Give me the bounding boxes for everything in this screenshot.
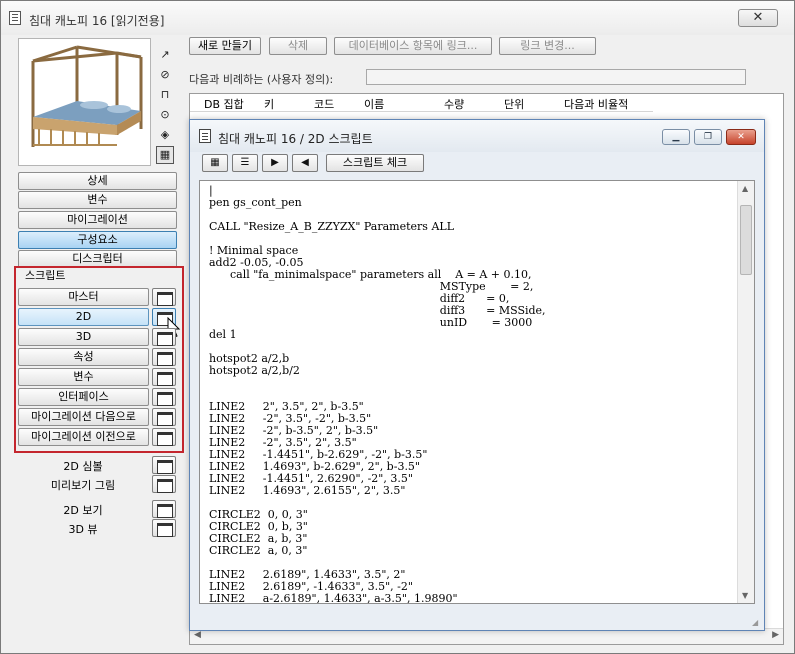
preview-picture-label: 미리보기 그림 [50,479,116,492]
view-2d-window-icon[interactable] [152,500,176,518]
scroll-down-icon[interactable]: ▼ [742,591,748,600]
window-titlebar[interactable]: 침대 캐노피 16 [읽기전용] ✕ [1,1,794,35]
scroll-up-icon[interactable]: ▲ [742,184,748,193]
plan-icon[interactable]: ⊓ [156,86,174,104]
close-icon: ✕ [752,10,764,25]
script-forward-migration-window-icon[interactable] [152,408,176,426]
play-indent-icon[interactable]: ▶ [262,154,288,172]
col-code[interactable]: 코드 [314,96,334,112]
proportional-label: 다음과 비례하는 (사용자 정의): [189,73,334,86]
script-properties-window-icon[interactable] [152,348,176,366]
view-3d-window-icon[interactable] [152,519,176,537]
canopy-bed-preview-image [31,45,143,147]
nav-details-button[interactable]: 상세 [18,172,177,190]
script-code-editor[interactable]: | pen gs_cont_pen CALL "Resize_A_B_ZZYZX… [199,180,755,604]
script-backward-migration-window-icon[interactable] [152,428,176,446]
script-master-button[interactable]: 마스터 [18,288,149,306]
preview-picture-window-icon[interactable] [152,475,176,493]
view-3d-label: 3D 뷰 [68,523,98,536]
editor-close-button[interactable]: ✕ [726,129,756,145]
scroll-left-icon[interactable]: ◀ [194,630,201,640]
outdent-icon[interactable]: ◀ [292,154,318,172]
picture-icon[interactable]: ▦ [156,146,174,164]
script-parameters-button[interactable]: 변수 [18,368,149,386]
script-backward-migration-button[interactable]: 마이그레이션 이전으로 [18,428,149,446]
resize-grip-icon[interactable]: ◢ [752,618,762,628]
proportional-field[interactable] [366,69,746,85]
col-proportional[interactable]: 다음과 비율적 [564,96,628,112]
arrow-icon[interactable]: ↗ [156,46,174,64]
view-2d-label: 2D 보기 [63,504,103,517]
col-db-set[interactable]: DB 집합 [204,96,244,112]
script-code[interactable]: | pen gs_cont_pen CALL "Resize_A_B_ZZYZX… [209,185,546,604]
link-db-item-button[interactable]: 데이터베이스 항목에 링크... [334,37,492,55]
wire-3d-icon[interactable]: ⊙ [156,106,174,124]
script-forward-migration-button[interactable]: 마이그레이션 다음으로 [18,408,149,426]
editor-titlebar[interactable]: 침대 캐노피 16 / 2D 스크립트 ▁ ❐ ✕ [190,120,764,152]
shaded-3d-icon[interactable]: ◈ [156,126,174,144]
document-icon [9,11,21,25]
symbol-2d-window-icon[interactable] [152,456,176,474]
script-editor-window: 침대 캐노피 16 / 2D 스크립트 ▁ ❐ ✕ ▦ ☰ ▶ ◀ 스크립트 체… [189,119,765,631]
scroll-right-icon[interactable]: ▶ [772,630,779,640]
change-link-button[interactable]: 링크 변경... [499,37,596,55]
symbol-2d-label: 2D 심볼 [63,460,103,473]
nav-components-button[interactable]: 구성요소 [18,231,177,249]
no-view-icon[interactable]: ⊘ [156,66,174,84]
delete-button[interactable]: 삭제 [269,37,327,55]
scroll-thumb[interactable] [740,205,752,275]
script-3d-button[interactable]: 3D [18,328,149,346]
list-header: DB 집합 키 코드 이름 수량 단위 다음과 비율적 [190,94,653,112]
list-icon[interactable]: ▦ [202,154,228,172]
vertical-scrollbar[interactable]: ▲ ▼ [737,181,754,603]
window-close-button[interactable]: ✕ [738,9,778,27]
script-interface-button[interactable]: 인터페이스 [18,388,149,406]
script-parameters-window-icon[interactable] [152,368,176,386]
col-unit[interactable]: 단위 [504,96,524,112]
library-part-window: 침대 캐노피 16 [읽기전용] ✕ ↗ ⊘ ⊓ ⊙ ◈ ▦ 상세 변수 마이그… [0,0,795,654]
object-preview [18,38,151,166]
new-button[interactable]: 새로 만들기 [189,37,261,55]
col-name[interactable]: 이름 [364,96,384,112]
scripts-label: 스크립트 [25,269,66,282]
script-properties-button[interactable]: 속성 [18,348,149,366]
col-quantity[interactable]: 수량 [444,96,464,112]
script-3d-window-icon[interactable] [152,328,176,346]
editor-title: 침대 캐노피 16 / 2D 스크립트 [218,132,373,146]
indent-icon[interactable]: ☰ [232,154,258,172]
nav-parameters-button[interactable]: 변수 [18,191,177,209]
restore-button[interactable]: ❐ [694,129,722,145]
script-master-window-icon[interactable] [152,288,176,306]
script-document-icon [199,129,211,143]
nav-migration-button[interactable]: 마이그레이션 [18,211,177,229]
col-key[interactable]: 키 [264,96,274,112]
check-script-button[interactable]: 스크립트 체크 [326,154,424,172]
minimize-button[interactable]: ▁ [662,129,690,145]
script-2d-button[interactable]: 2D [18,308,149,326]
view-tools: ↗ ⊘ ⊓ ⊙ ◈ ▦ [156,46,178,166]
window-title: 침대 캐노피 16 [읽기전용] [29,14,165,28]
script-interface-window-icon[interactable] [152,388,176,406]
